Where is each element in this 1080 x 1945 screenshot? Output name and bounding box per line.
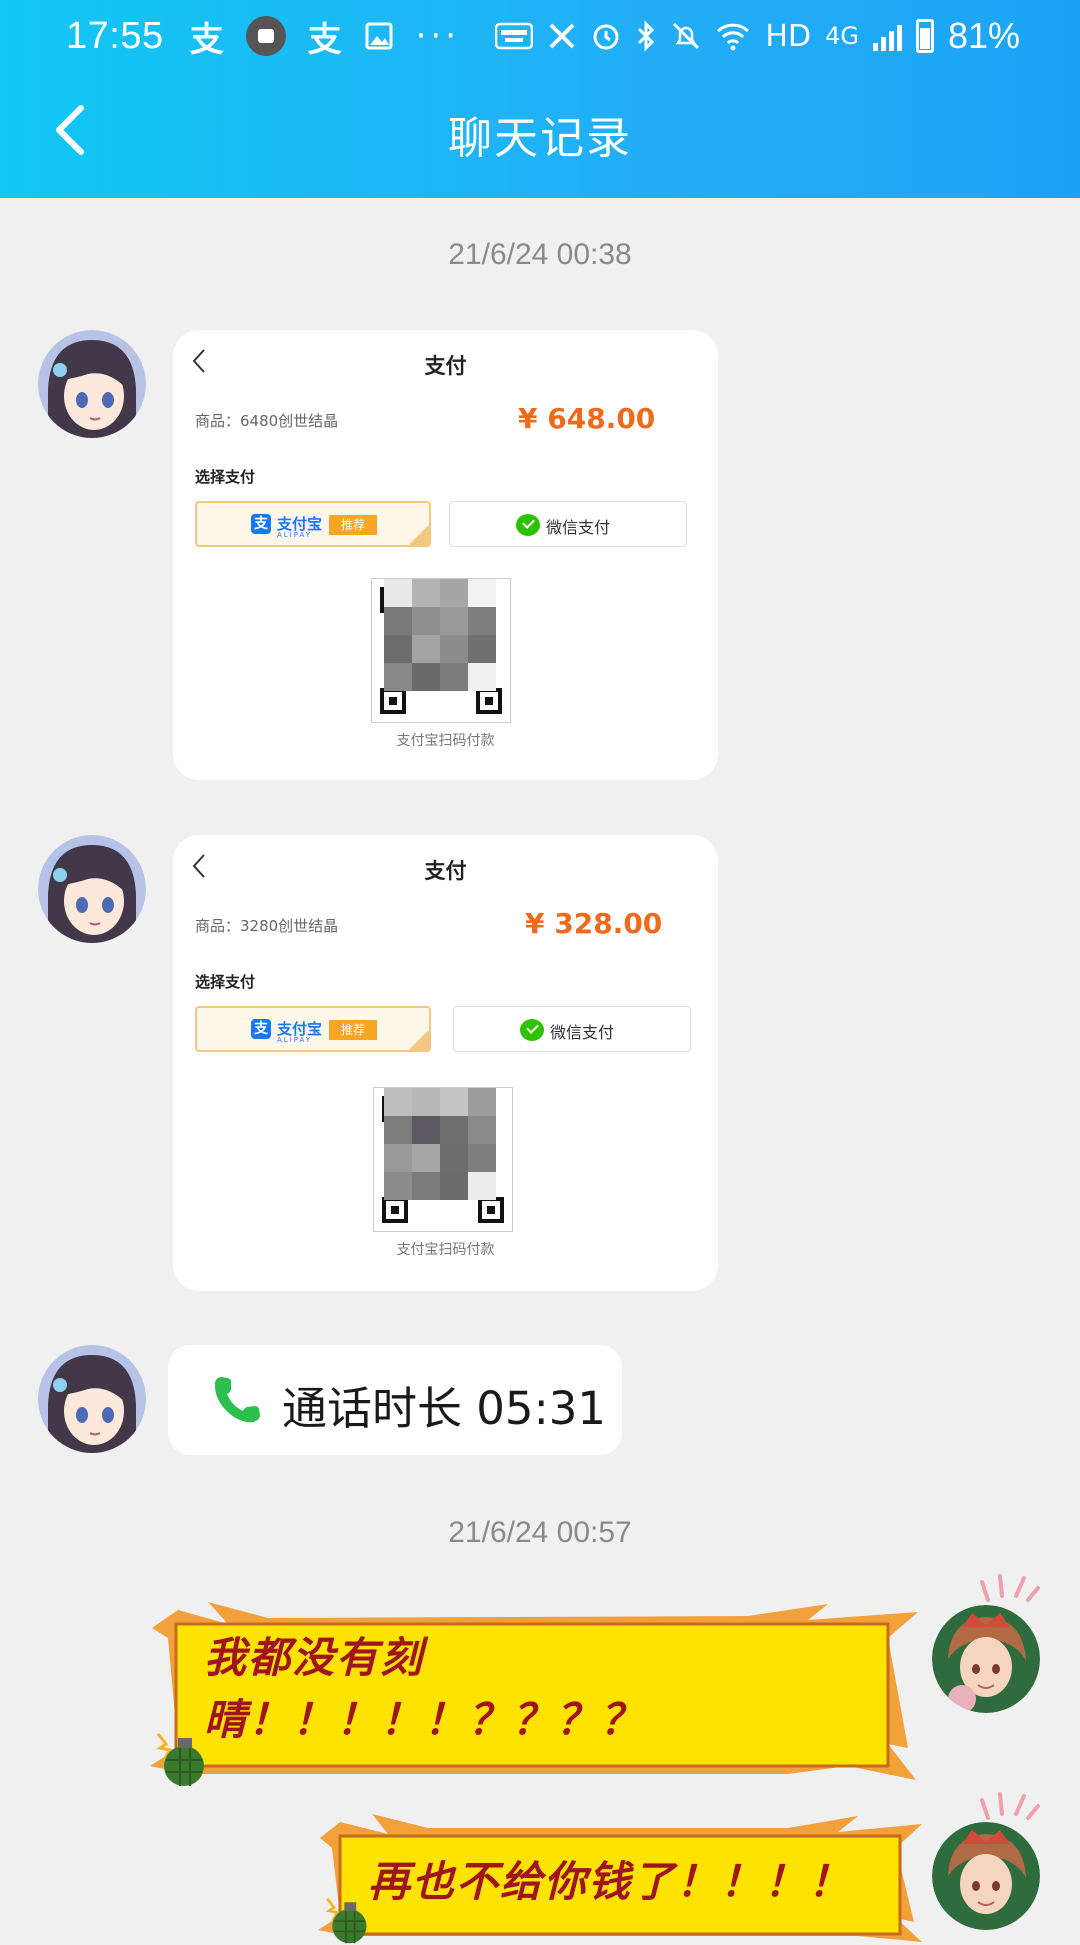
payment-screenshot-image[interactable]: 支付 商品：3280创世结晶 ¥ 328.00 选择支付 支 支付宝 ALIPA…: [173, 835, 718, 1291]
payment-screenshot-image[interactable]: 支付 商品：6480创世结晶 ¥ 648.00 选择支付 支 支付宝 ALIPA…: [173, 330, 718, 780]
nav-bar: 聊天记录: [0, 80, 1080, 180]
status-right-icons: HD 4G 81%: [495, 15, 1020, 57]
selected-corner-icon: [409, 525, 429, 545]
recommend-tag: 推荐: [329, 1020, 377, 1040]
qr-finder: [382, 1197, 408, 1223]
network-label: 4G: [825, 22, 859, 50]
recommend-tag: 推荐: [329, 515, 377, 535]
hd-label: HD: [765, 18, 812, 54]
mute-icon: [673, 22, 700, 50]
status-time: 17:55: [66, 14, 164, 57]
pixelated-mosaic: [384, 1088, 496, 1200]
price-label: ¥ 648.00: [518, 402, 656, 435]
wechat-pay-option: 微信支付: [449, 501, 687, 547]
wechat-pay-option: 微信支付: [453, 1006, 691, 1052]
price-label: ¥ 328.00: [525, 907, 663, 940]
product-label: 商品：3280创世结晶: [195, 917, 339, 935]
choose-payment-label: 选择支付: [195, 973, 256, 991]
app-header: 17:55 支 支 ··· HD 4G 81% 聊天记录: [0, 0, 1080, 198]
avatar[interactable]: [38, 330, 146, 438]
qr-finder: [478, 1197, 504, 1223]
sticker-bubble[interactable]: 我都没有刻 晴！！！！！？？？？: [148, 1598, 928, 1788]
sticker-bubble[interactable]: 再也不给你钱了！！！！: [318, 1812, 928, 1945]
qr-caption: 支付宝扫码付款: [396, 1242, 495, 1258]
gallery-icon: [365, 22, 393, 50]
selected-corner-icon: [409, 1030, 429, 1050]
timestamp: 21/6/24 00:57: [448, 1516, 632, 1549]
alipay-icon: 支: [251, 1019, 271, 1039]
qr-finder: [476, 688, 502, 714]
choose-payment-label: 选择支付: [195, 468, 256, 486]
sticker-text-line: 再也不给你钱了！！！！: [368, 1857, 853, 1906]
alipay-sub: ALIPAY: [277, 531, 313, 539]
payment-title: 支付: [424, 354, 467, 378]
call-record-bubble[interactable]: 通话时长 05:31: [168, 1345, 622, 1455]
battery-level: 81%: [947, 15, 1020, 56]
grenade-icon: [325, 1898, 367, 1944]
sparkle-deco-icon: [980, 1792, 1040, 1820]
qr-code-image: [373, 1087, 513, 1232]
avatar[interactable]: [932, 1822, 1040, 1930]
alipay-icon: 支: [189, 19, 224, 60]
status-left-icons: 支 支 ···: [190, 12, 460, 61]
x-icon: [549, 23, 575, 49]
call-duration: 通话时长 05:31: [282, 1382, 606, 1435]
avatar[interactable]: [38, 835, 146, 943]
alarm-icon: [593, 24, 619, 50]
sticker-text-line: 我都没有刻: [204, 1633, 425, 1682]
grenade-icon: [156, 1733, 204, 1786]
product-label: 商品：6480创世结晶: [195, 412, 339, 430]
avatar[interactable]: [38, 1345, 146, 1453]
sticker-text-line: 晴！！！！！？？？？: [204, 1695, 645, 1744]
alipay-icon: 支: [307, 19, 342, 60]
wechat-pay-label: 微信支付: [550, 1023, 615, 1042]
page-title: 聊天记录: [448, 113, 632, 164]
sparkle-deco-icon: [980, 1574, 1040, 1602]
status-bar: 17:55 支 支 ··· HD 4G 81%: [0, 0, 1080, 72]
qr-finder: [380, 688, 406, 714]
signal-icon: [872, 21, 902, 51]
pixelated-mosaic: [384, 579, 496, 691]
timestamp: 21/6/24 00:38: [448, 238, 632, 271]
bluetooth-icon: [638, 20, 655, 52]
alipay-sub: ALIPAY: [277, 1036, 313, 1044]
wechat-icon: [520, 1019, 544, 1041]
alipay-option: 支 支付宝 ALIPAY 推荐: [195, 501, 431, 547]
qr-code-image: [371, 578, 511, 723]
payment-title: 支付: [424, 859, 467, 883]
more-dots-icon: ···: [415, 16, 461, 56]
wechat-icon: [516, 514, 540, 536]
notification-badge-icon: [245, 16, 286, 56]
alipay-option: 支 支付宝 ALIPAY 推荐: [195, 1006, 431, 1052]
avatar[interactable]: [932, 1605, 1040, 1713]
auto-hz-icon: [495, 22, 534, 50]
qr-caption: 支付宝扫码付款: [396, 733, 495, 749]
battery-icon: [915, 19, 934, 53]
alipay-icon: 支: [251, 514, 271, 534]
wifi-icon: [717, 23, 750, 51]
wechat-pay-label: 微信支付: [546, 518, 611, 537]
phone-icon: [214, 1377, 260, 1423]
